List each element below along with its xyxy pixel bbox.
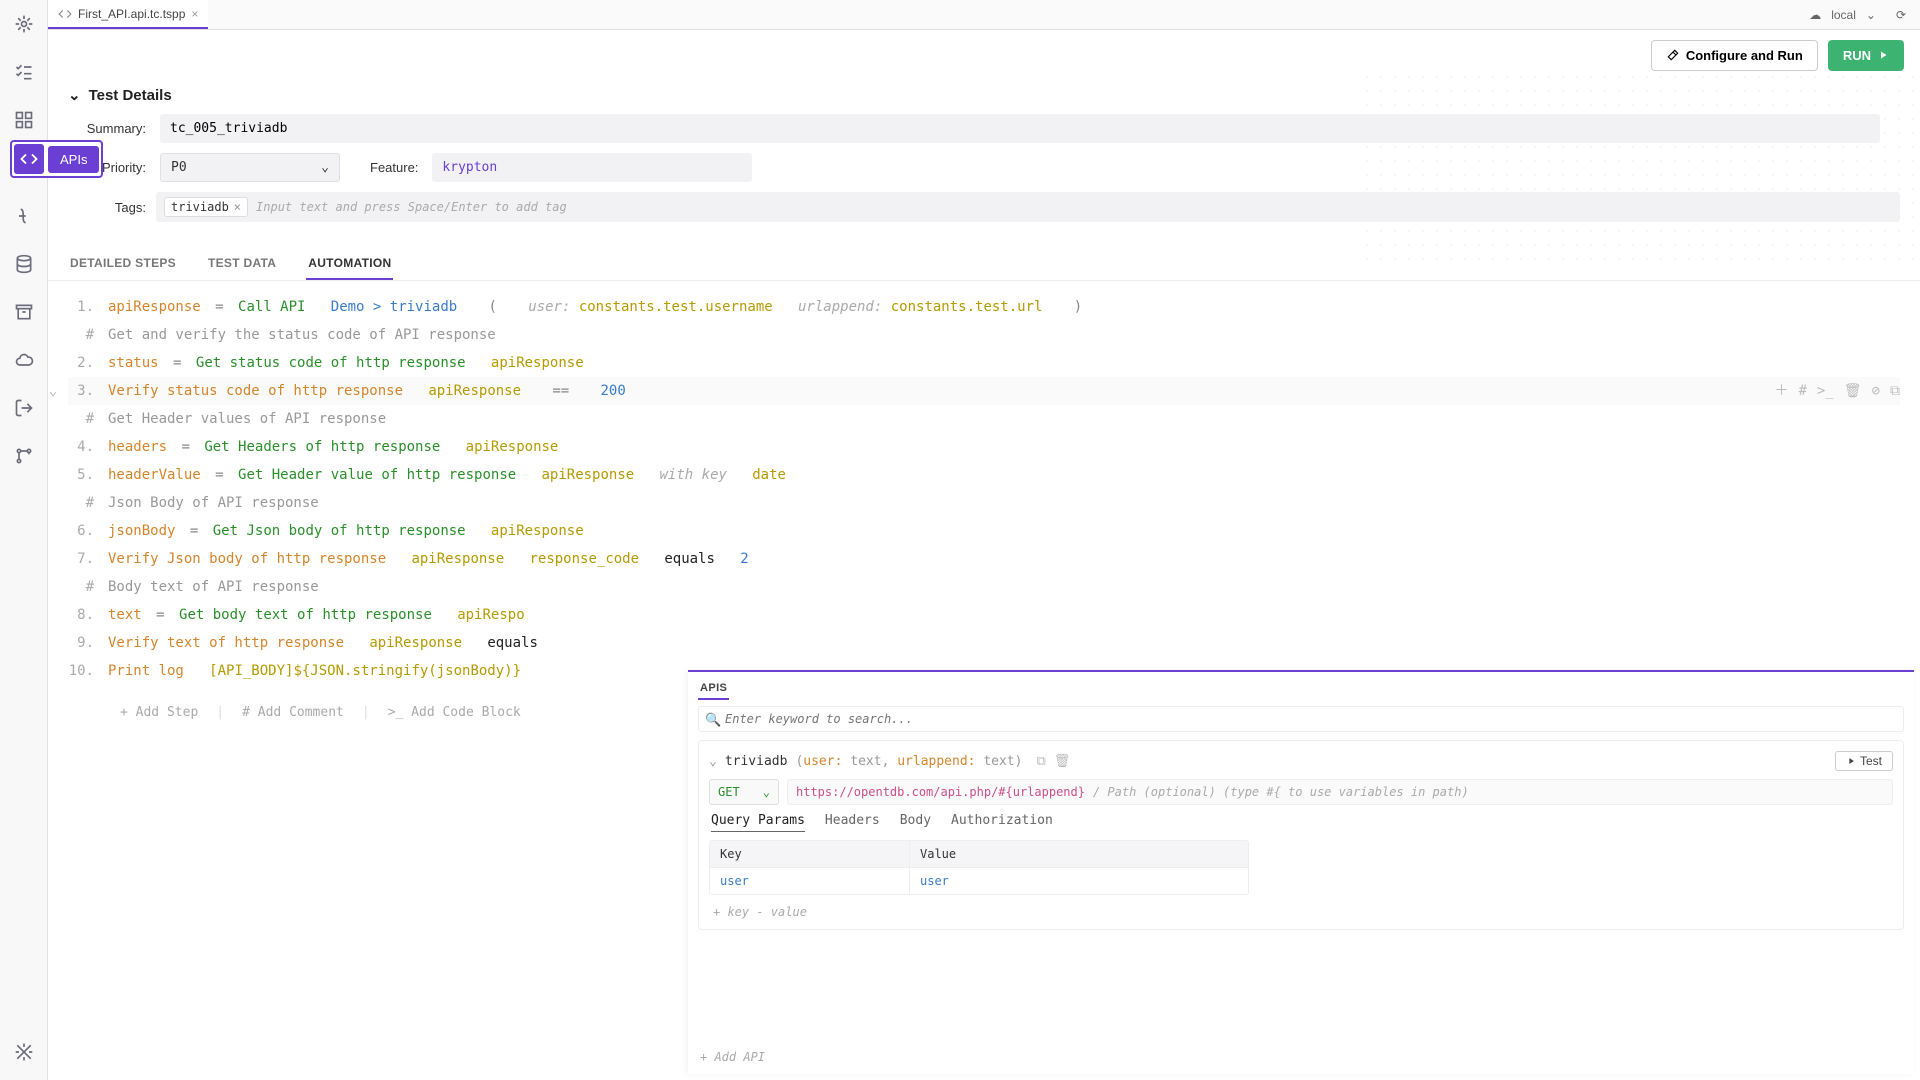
env-label[interactable]: local	[1831, 8, 1856, 22]
query-params-table: Key Value user user	[709, 840, 1249, 895]
apis-panel: APIS 🔍 ⌄ triviadb (user: text, urlappend…	[688, 670, 1914, 1074]
plus-icon[interactable]: ＋	[1774, 377, 1788, 405]
code-icon	[14, 144, 44, 174]
table-row[interactable]: user user	[710, 867, 1248, 894]
details-toggle[interactable]: ⌄ Test Details	[68, 86, 1900, 104]
logo-icon	[6, 6, 42, 42]
search-icon: 🔍	[705, 712, 721, 728]
apis-search-input[interactable]	[698, 706, 1904, 732]
close-icon[interactable]: ×	[191, 7, 198, 21]
tab-query-params[interactable]: Query Params	[711, 813, 805, 832]
priority-select[interactable]: P0 ⌄	[160, 153, 340, 182]
http-method-select[interactable]: GET ⌄	[709, 779, 779, 805]
remove-tag-icon[interactable]: ×	[234, 200, 241, 214]
code-line[interactable]: 8. text = Get body text of http response…	[68, 601, 1900, 629]
tab-headers[interactable]: Headers	[825, 813, 880, 832]
code-icon	[58, 7, 72, 21]
code-line[interactable]: 7. Verify Json body of http response api…	[68, 545, 1900, 573]
run-button[interactable]: RUN	[1828, 40, 1904, 71]
tags-input[interactable]: triviadb × Input text and press Space/En…	[156, 192, 1900, 222]
play-icon	[1846, 756, 1856, 766]
table-header-value: Value	[910, 841, 1248, 867]
api-item: ⌄ triviadb (user: text, urlappend: text)…	[698, 740, 1904, 930]
test-api-button[interactable]: Test	[1835, 751, 1893, 771]
table-header-key: Key	[710, 841, 910, 867]
summary-label: Summary:	[68, 121, 146, 136]
feature-input[interactable]	[432, 153, 752, 182]
code-line[interactable]: 1. apiResponse = Call API Demo > triviad…	[68, 293, 1900, 321]
archive-icon[interactable]	[6, 294, 42, 330]
tab-bar: First_API.api.tc.tspp × ☁ local ⌄ ⟳	[48, 0, 1920, 30]
cloud-icon: ☁	[1809, 8, 1821, 22]
code-comment[interactable]: # Get Header values of API response	[68, 405, 1900, 433]
tags-placeholder: Input text and press Space/Enter to add …	[256, 200, 567, 214]
chevron-down-icon[interactable]: ⌄	[709, 754, 717, 769]
code-line[interactable]: 9. Verify text of http response apiRespo…	[68, 629, 1900, 657]
tab-test-data[interactable]: TEST DATA	[206, 248, 278, 280]
copy-icon[interactable]: ⧉	[1890, 377, 1900, 405]
components-icon[interactable]	[6, 102, 42, 138]
file-tab[interactable]: First_API.api.tc.tspp ×	[48, 0, 208, 29]
chevron-down-icon: ⌄	[321, 160, 329, 175]
summary-input[interactable]	[160, 114, 1880, 143]
add-codeblock-button[interactable]: >_ Add Code Block	[388, 705, 521, 720]
trash-icon[interactable]: 🗑	[1054, 754, 1071, 769]
tab-body[interactable]: Body	[900, 813, 931, 832]
code-line[interactable]: 4. headers = Get Headers of http respons…	[68, 433, 1900, 461]
database-icon[interactable]	[6, 246, 42, 282]
add-api-button[interactable]: + Add API	[700, 1050, 765, 1064]
tab-automation[interactable]: AUTOMATION	[306, 248, 393, 280]
refresh-icon[interactable]: ⟳	[1896, 8, 1906, 22]
function-icon[interactable]	[6, 198, 42, 234]
tab-detailed-steps[interactable]: DETAILED STEPS	[68, 248, 178, 280]
file-tab-name: First_API.api.tc.tspp	[78, 7, 185, 21]
add-key-value[interactable]: + key - value	[709, 895, 1893, 919]
code-line[interactable]: 5. headerValue = Get Header value of htt…	[68, 461, 1900, 489]
collapse-icon[interactable]: ⌃⌄	[48, 377, 57, 405]
trash-icon[interactable]: 🗑	[1844, 377, 1862, 405]
apis-panel-tab[interactable]: APIS	[698, 678, 729, 700]
eye-off-icon[interactable]: ⊘	[1872, 377, 1880, 405]
code-comment[interactable]: # Get and verify the status code of API …	[68, 321, 1900, 349]
code-line[interactable]: 2. status = Get status code of http resp…	[68, 349, 1900, 377]
code-comment[interactable]: # Json Body of API response	[68, 489, 1900, 517]
play-icon	[1877, 49, 1889, 61]
wand-icon	[1666, 48, 1680, 62]
exit-icon[interactable]	[6, 390, 42, 426]
code-comment[interactable]: # Body text of API response	[68, 573, 1900, 601]
cloud-icon[interactable]	[6, 342, 42, 378]
tags-label: Tags:	[68, 200, 146, 215]
tab-authorization[interactable]: Authorization	[951, 813, 1053, 832]
code-line-active[interactable]: ☐ ⌃⌄ 3. Verify status code of http respo…	[68, 377, 1900, 405]
terminal-icon[interactable]: >_	[1817, 377, 1834, 405]
test-details-heading: Test Details	[89, 87, 172, 104]
checklist-icon[interactable]	[6, 54, 42, 90]
add-comment-button[interactable]: # Add Comment	[242, 705, 344, 720]
chevron-down-icon: ⌄	[68, 86, 81, 104]
apis-highlight: APIs	[10, 140, 103, 178]
hash-icon[interactable]: #	[1798, 377, 1806, 405]
configure-run-button[interactable]: Configure and Run	[1651, 40, 1818, 71]
chevron-down-icon: ⌄	[763, 785, 770, 799]
branch-icon[interactable]	[6, 438, 42, 474]
tag-chip: triviadb ×	[164, 197, 248, 217]
feature-label: Feature:	[370, 160, 418, 175]
chevron-down-icon[interactable]: ⌄	[1866, 8, 1876, 22]
add-step-button[interactable]: + Add Step	[120, 705, 198, 720]
copy-icon[interactable]: ⧉	[1036, 754, 1045, 769]
code-line[interactable]: 6. jsonBody = Get Json body of http resp…	[68, 517, 1900, 545]
settings-icon[interactable]	[6, 1034, 42, 1070]
apis-highlight-label: APIs	[48, 146, 99, 173]
automation-code: 1. apiResponse = Call API Demo > triviad…	[48, 281, 1920, 697]
api-url-input[interactable]: https://opentdb.com/api.php/#{urlappend}…	[787, 779, 1893, 805]
